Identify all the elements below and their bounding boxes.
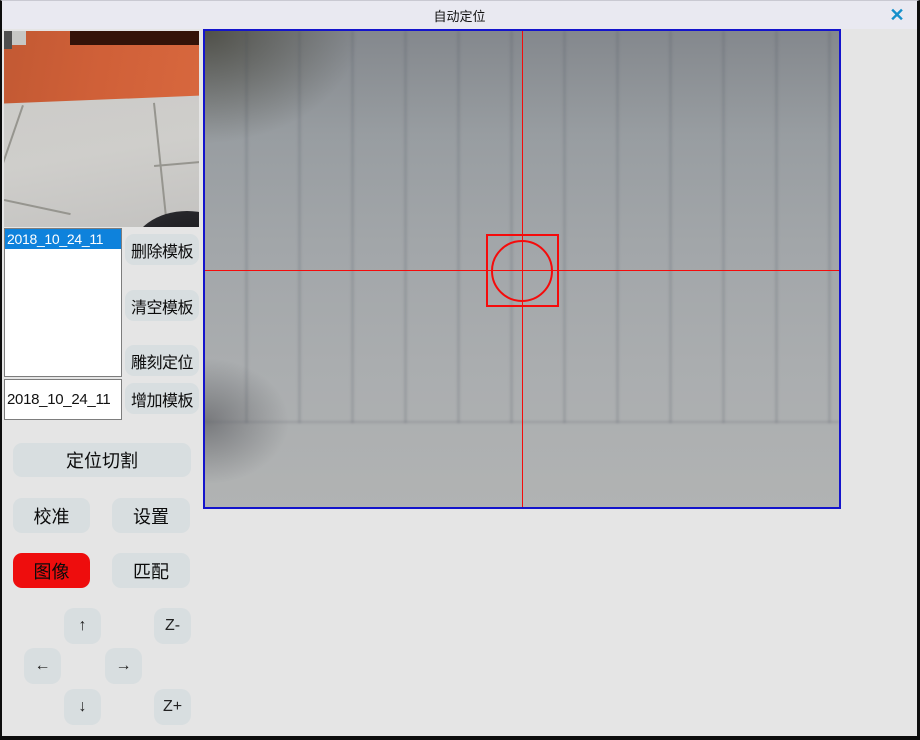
- settings-button[interactable]: 设置: [112, 498, 190, 533]
- delete-template-button[interactable]: 删除模板: [125, 234, 199, 265]
- template-list[interactable]: 2018_10_24_11: [4, 228, 122, 377]
- jog-z-minus-button[interactable]: Z-: [154, 608, 191, 644]
- target-circle: [491, 240, 553, 302]
- calibrate-button[interactable]: 校准: [13, 498, 90, 533]
- jog-left-button[interactable]: ←: [24, 648, 61, 684]
- jog-down-button[interactable]: ↓: [64, 689, 101, 725]
- thumbnail-orange-beam: [4, 31, 199, 227]
- close-icon[interactable]: ✕: [885, 4, 909, 26]
- tile-seam: [4, 199, 71, 215]
- list-item[interactable]: 2018_10_24_11: [5, 229, 121, 249]
- jog-z-plus-button[interactable]: Z+: [154, 689, 191, 725]
- template-thumbnail-preview: [4, 31, 199, 227]
- match-button[interactable]: 匹配: [112, 553, 190, 588]
- thumbnail-dark-edge: [4, 31, 12, 49]
- title-bar: 自动定位 ✕: [2, 1, 917, 29]
- jog-up-button[interactable]: ↑: [64, 608, 101, 644]
- engrave-position-button[interactable]: 雕刻定位: [125, 345, 199, 376]
- dialog-title: 自动定位: [433, 6, 485, 25]
- image-button[interactable]: 图像: [13, 553, 90, 588]
- camera-view[interactable]: [203, 29, 841, 509]
- tile-seam: [4, 105, 24, 227]
- thumbnail-dark-strip: [70, 31, 199, 45]
- clear-templates-button[interactable]: 清空模板: [125, 290, 199, 321]
- thumbnail-dark-object: [132, 211, 199, 227]
- jog-right-button[interactable]: →: [105, 648, 142, 684]
- thumbnail-gray-chip: [12, 31, 26, 45]
- template-name-field[interactable]: [4, 379, 122, 420]
- position-cut-button[interactable]: 定位切割: [13, 443, 191, 477]
- auto-position-dialog: 自动定位 ✕ 2018_10_24_11 删除模板 清空模板 雕刻定位 增加模板…: [0, 0, 920, 740]
- add-template-button[interactable]: 增加模板: [125, 383, 199, 414]
